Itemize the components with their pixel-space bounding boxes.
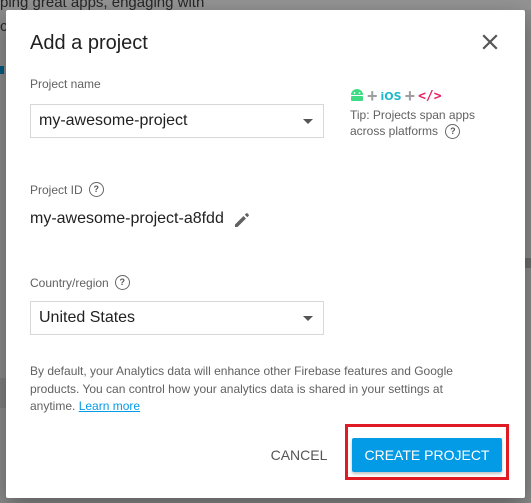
tip-text: Tip: Projects span apps across platforms… bbox=[350, 107, 490, 140]
platform-icons: + iOS + </> bbox=[350, 86, 442, 107]
project-name-label: Project name bbox=[30, 77, 101, 91]
project-name-input[interactable]: my-awesome-project bbox=[30, 104, 324, 138]
project-name-label-text: Project name bbox=[30, 77, 101, 91]
project-name-value: my-awesome-project bbox=[39, 112, 188, 129]
create-project-button[interactable]: CREATE PROJECT bbox=[352, 438, 502, 472]
cancel-button[interactable]: CANCEL bbox=[264, 441, 334, 469]
chevron-down-icon bbox=[303, 316, 313, 321]
chevron-down-icon bbox=[303, 119, 313, 124]
project-id-value: my-awesome-project-a8fdd bbox=[30, 210, 224, 227]
help-icon[interactable]: ? bbox=[88, 182, 104, 197]
plus-icon: + bbox=[404, 86, 416, 106]
analytics-info: By default, your Analytics data will enh… bbox=[30, 363, 470, 416]
web-code-icon: </> bbox=[418, 89, 442, 104]
country-select[interactable]: United States bbox=[30, 301, 324, 335]
country-label-text: Country/region bbox=[30, 275, 109, 290]
android-icon bbox=[350, 89, 364, 104]
learn-more-link[interactable]: Learn more bbox=[79, 399, 140, 413]
country-value: United States bbox=[39, 309, 136, 326]
country-label: Country/region ? bbox=[30, 275, 130, 290]
close-icon[interactable] bbox=[480, 32, 500, 52]
ios-icon: iOS bbox=[380, 90, 402, 103]
help-icon[interactable]: ? bbox=[114, 275, 130, 290]
add-project-dialog: Add a project Project name my-awesome-pr… bbox=[6, 10, 525, 498]
project-id-label-text: Project ID bbox=[30, 182, 83, 197]
plus-icon: + bbox=[367, 86, 378, 106]
dialog-title: Add a project bbox=[30, 32, 148, 54]
project-id-label: Project ID ? bbox=[30, 182, 104, 197]
help-icon[interactable]: ? bbox=[445, 124, 461, 140]
pencil-icon[interactable] bbox=[232, 210, 252, 230]
